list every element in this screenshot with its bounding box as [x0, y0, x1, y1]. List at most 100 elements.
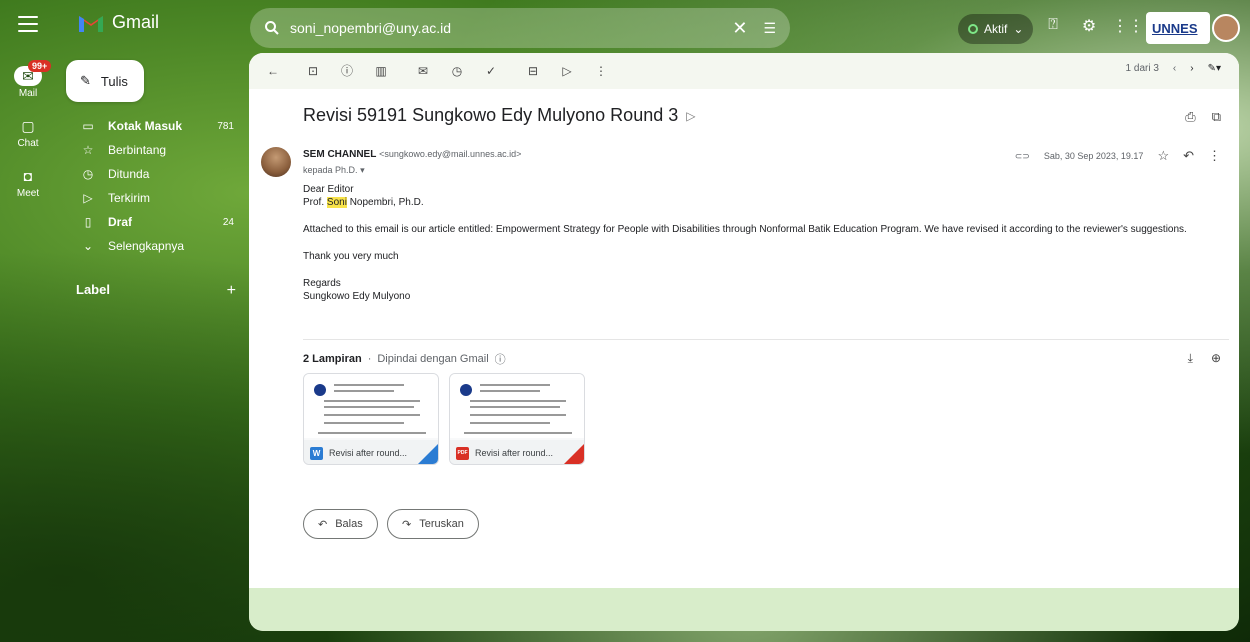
reply-icon: ↶ [318, 518, 328, 531]
sender-name[interactable]: SEM CHANNEL [303, 149, 376, 160]
sidebar-item-drafts[interactable]: ▯ Draf 24 [66, 210, 242, 234]
attachment-preview [450, 374, 584, 438]
attachment-name: Revisi after round... [329, 448, 408, 458]
compose-button[interactable]: ✎ Tulis [66, 60, 144, 102]
email-subject: Revisi 59191 Sungkowo Edy Mulyono Round … [303, 105, 695, 126]
drafts-count: 24 [222, 216, 234, 228]
forward-button[interactable]: ↷ Teruskan [387, 509, 479, 539]
inbox-count: 781 [217, 120, 234, 132]
attachments-divider [303, 339, 1229, 340]
sidebar-item-sent[interactable]: ▷ Terkirim [66, 186, 242, 210]
more-options-icon[interactable]: ⋮ [593, 63, 609, 79]
draft-icon: ▯ [84, 215, 92, 229]
search-icon[interactable] [264, 20, 280, 36]
sidebar-item-starred[interactable]: ☆ Berbintang [66, 138, 242, 162]
label-icon[interactable]: ▷ [559, 63, 575, 79]
forward-icon: ↷ [402, 518, 412, 531]
body-closing: Regards [303, 278, 341, 289]
rail-item-mail[interactable]: ✉ 99+ Mail [0, 60, 56, 99]
account-avatar[interactable] [1212, 14, 1240, 42]
sender-info: SEM CHANNEL <sungkowo.edy@mail.unnes.ac.… [303, 149, 521, 160]
open-new-window-icon[interactable]: ⧉ [1212, 109, 1221, 125]
body-recipient: Prof. Soni Nopembri, Ph.D. [303, 197, 424, 208]
snooze-icon[interactable]: ◷ [449, 63, 465, 79]
labels-header: Label + [76, 282, 236, 300]
back-arrow-icon[interactable]: ← [265, 63, 281, 79]
rail-label: Mail [18, 88, 38, 99]
delete-icon[interactable]: ▥ [373, 63, 389, 79]
download-all-icon[interactable]: ⤓ [1188, 351, 1193, 366]
chevron-down-icon: ⌄ [82, 239, 94, 253]
archive-icon[interactable]: ⊡ [305, 63, 321, 79]
labels-title: Label [76, 282, 110, 297]
attachments-count: 2 Lampiran [303, 353, 362, 365]
recipient-text: kepada Ph.D. [303, 165, 358, 175]
main-menu-icon[interactable] [18, 16, 38, 32]
email-view-panel: ← ⊡ ⓘ ▥ ✉ ◷ ✓ ⊟ ▷ ⋮ 1 dari 3 ‹ › ✎▾ Revi… [249, 53, 1239, 631]
recipient-line[interactable]: kepada Ph.D. ▾ [303, 165, 365, 176]
email-meta: ⊂⊃ Sab, 30 Sep 2023, 19.17 ☆ ↶ ⋮ [1015, 148, 1221, 164]
print-icon[interactable]: ⎙ [1185, 109, 1195, 125]
help-icon[interactable]: ⍰ [1042, 16, 1064, 34]
add-task-icon[interactable]: ✓ [483, 63, 499, 79]
search-input[interactable]: soni_nopembri@uny.ac.id [290, 20, 732, 36]
report-spam-icon[interactable]: ⓘ [339, 63, 355, 79]
add-label-icon[interactable]: + [227, 282, 236, 300]
rail-label: Meet [16, 188, 40, 199]
attachment-actions: ⤓ ⊕ [1188, 351, 1221, 366]
sidebar-item-inbox[interactable]: ▭ Kotak Masuk 781 [66, 114, 242, 138]
star-icon: ☆ [82, 143, 94, 157]
document-logo-icon [314, 384, 326, 396]
meet-icon: ◘ [23, 168, 33, 184]
rail-label: Chat [17, 138, 39, 149]
mark-unread-icon[interactable]: ✉ [415, 63, 431, 79]
organization-logo[interactable]: UNNES [1146, 12, 1210, 44]
next-icon[interactable]: › [1190, 63, 1193, 74]
sidebar-item-more[interactable]: ⌄ Selengkapnya [66, 234, 242, 258]
status-dot-icon [968, 24, 978, 34]
pagination-text: 1 dari 3 [1125, 63, 1159, 74]
word-file-icon: W [310, 446, 323, 460]
attachment-card[interactable]: W Revisi after round... [303, 373, 439, 465]
subject-actions: ⎙ ⧉ [1185, 109, 1221, 125]
importance-tag-icon[interactable]: ▷ [686, 109, 695, 123]
forward-label: Teruskan [419, 518, 464, 530]
status-toggle[interactable]: Aktif ⌄ [958, 14, 1034, 44]
rail-item-chat[interactable]: ▢ Chat [0, 116, 56, 149]
search-options-icon[interactable]: ☰ [763, 20, 776, 37]
attachment-card[interactable]: PDF Revisi after round... [449, 373, 585, 465]
previous-icon[interactable]: ‹ [1173, 63, 1176, 74]
attachment-preview [304, 374, 438, 438]
chevron-down-icon: ▾ [360, 165, 365, 175]
rail-item-meet[interactable]: ◘ Meet [0, 166, 56, 199]
chat-icon: ▢ [21, 118, 35, 134]
star-icon[interactable]: ☆ [1157, 148, 1169, 164]
sidebar-item-snoozed[interactable]: ◷ Ditunda [66, 162, 242, 186]
pencil-icon: ✎ [80, 73, 91, 88]
reply-icon[interactable]: ↶ [1183, 148, 1194, 164]
corner-fold-icon [564, 444, 584, 464]
clear-search-icon[interactable]: ✕ [732, 18, 747, 39]
input-tools-icon[interactable]: ✎▾ [1208, 63, 1221, 74]
add-to-drive-icon[interactable]: ⊕ [1211, 351, 1221, 366]
body-signature: Sungkowo Edy Mulyono [303, 291, 411, 302]
info-icon[interactable]: ⓘ [495, 351, 506, 367]
body-paragraph: Attached to this email is our article en… [303, 224, 1187, 235]
settings-icon[interactable]: ⚙ [1078, 16, 1100, 36]
apps-grid-icon[interactable]: ⋮⋮ [1112, 16, 1144, 36]
sender-avatar[interactable] [261, 147, 291, 177]
body-greeting: Dear Editor [303, 184, 354, 195]
move-to-icon[interactable]: ⊟ [525, 63, 541, 79]
more-options-icon[interactable]: ⋮ [1208, 148, 1221, 164]
document-logo-icon [460, 384, 472, 396]
search-bar[interactable]: soni_nopembri@uny.ac.id ✕ ☰ [250, 8, 790, 48]
sender-email: <sungkowo.edy@mail.unnes.ac.id> [379, 149, 522, 159]
attachments-header: 2 Lampiran · Dipindai dengan Gmail ⓘ [303, 351, 506, 367]
reply-button[interactable]: ↶ Balas [303, 509, 378, 539]
chevron-down-icon: ⌄ [1013, 22, 1024, 36]
status-label: Aktif [984, 22, 1008, 36]
gmail-logo[interactable]: Gmail [78, 12, 159, 33]
attachment-icon: ⊂⊃ [1014, 150, 1030, 161]
email-toolbar: ← ⊡ ⓘ ▥ ✉ ◷ ✓ ⊟ ▷ ⋮ 1 dari 3 ‹ › ✎▾ [249, 53, 1239, 89]
compose-label: Tulis [100, 73, 128, 89]
